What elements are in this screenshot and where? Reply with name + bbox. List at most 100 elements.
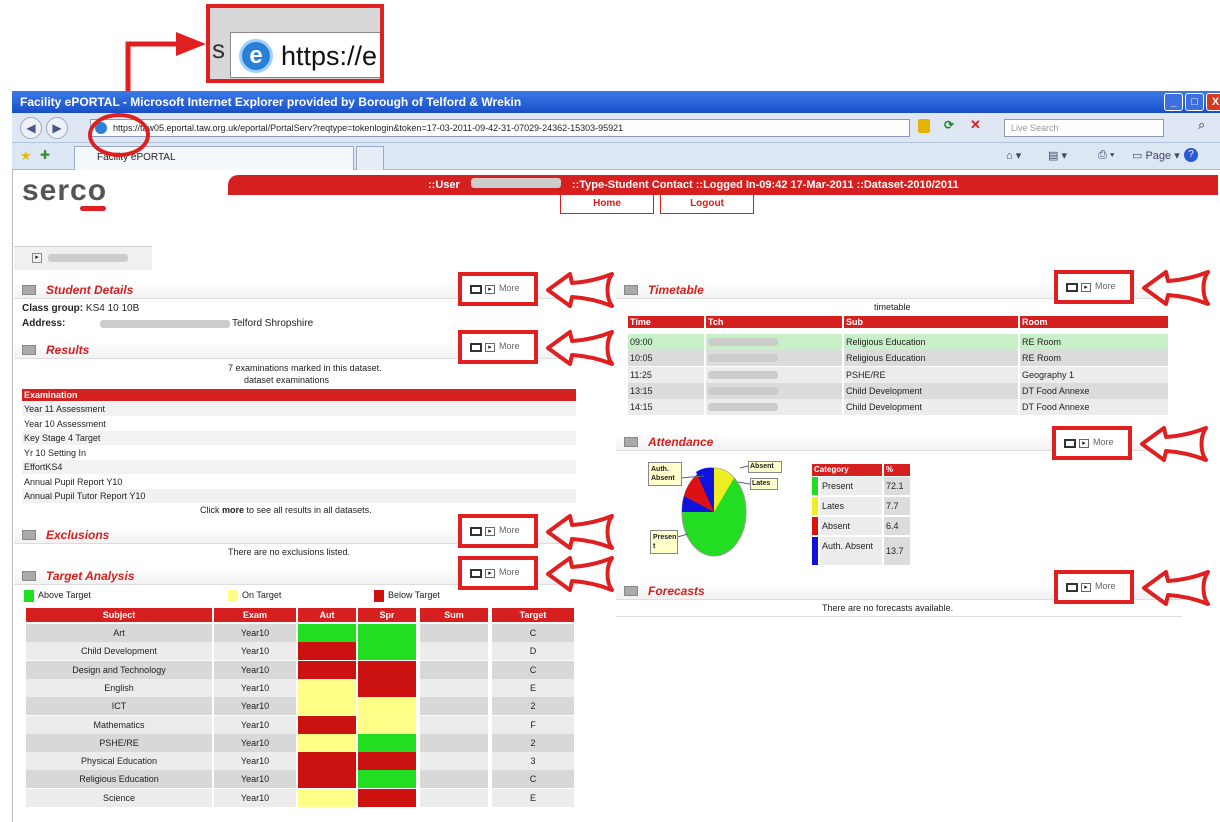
print-icon[interactable]: ⎙ ▾ bbox=[1098, 149, 1114, 162]
callout-arrow-target bbox=[546, 556, 614, 592]
more-button-timetable[interactable]: ▸ More bbox=[1054, 270, 1134, 304]
arrow-icon: ▸ bbox=[485, 569, 495, 578]
target-cell-subject: Science bbox=[26, 788, 212, 807]
timetable-cell-teacher bbox=[706, 334, 842, 350]
attendance-title: Attendance bbox=[648, 435, 714, 449]
home-link[interactable]: Home bbox=[560, 195, 654, 214]
student-details-title: Student Details bbox=[46, 283, 134, 297]
attendance-category: Auth. Absent bbox=[820, 537, 882, 565]
timetable-title: Timetable bbox=[648, 283, 704, 297]
results-row[interactable]: Year 11 Assessment bbox=[22, 402, 576, 416]
class-group-value: KS4 10 10B bbox=[85, 303, 140, 314]
feeds-icon[interactable]: ▤ ▾ bbox=[1048, 149, 1067, 162]
target-cell-exam: Year10 bbox=[214, 624, 296, 642]
results-row[interactable]: Annual Pupil Tutor Report Y10 bbox=[22, 489, 576, 503]
results-row[interactable]: EffortKS4 bbox=[22, 460, 576, 474]
target-cell-sum bbox=[420, 770, 488, 789]
footer-post: to see all results in all datasets. bbox=[244, 505, 372, 515]
panel-icon bbox=[22, 530, 36, 540]
more-button-exclusions[interactable]: ▸ More bbox=[458, 514, 538, 548]
url-text: https://taw05.eportal.taw.org.uk/eportal… bbox=[113, 123, 624, 133]
attendance-value: 13.7 bbox=[884, 537, 910, 565]
timetable-col-header: Time bbox=[628, 316, 704, 328]
grade-cell-yellow bbox=[298, 697, 356, 716]
window-icon bbox=[1066, 583, 1078, 592]
more-label: More bbox=[499, 341, 520, 351]
timetable-cell-sub: Religious Education bbox=[844, 350, 1018, 367]
zoom-callout: s e https://e bbox=[206, 4, 384, 83]
arrow-icon: ▸ bbox=[1079, 439, 1089, 448]
target-cell-subject: ICT bbox=[26, 697, 212, 716]
legend-swatch bbox=[228, 590, 238, 602]
panel-icon bbox=[22, 571, 36, 581]
add-favorites-icon[interactable]: ✚ bbox=[40, 148, 50, 162]
divider bbox=[616, 616, 1182, 617]
grade-cell-green bbox=[358, 770, 416, 789]
expand-icon[interactable]: ▸ bbox=[32, 253, 42, 263]
new-tab-button[interactable] bbox=[356, 146, 384, 170]
search-icon[interactable]: ⌕ bbox=[1198, 117, 1205, 133]
attendance-col-header: Category bbox=[812, 464, 882, 476]
callout-arrow-exclusions bbox=[546, 514, 614, 550]
callout-arrow-attendance bbox=[1140, 426, 1208, 462]
results-row[interactable]: Key Stage 4 Target bbox=[22, 431, 576, 445]
target-cell-subject: English bbox=[26, 678, 212, 697]
close-button[interactable]: X bbox=[1206, 93, 1220, 111]
attendance-swatch bbox=[812, 477, 818, 495]
more-link[interactable]: more bbox=[222, 505, 244, 515]
target-cell-sum bbox=[420, 660, 488, 679]
grade-cell-red bbox=[358, 678, 416, 697]
target-cell-exam: Year10 bbox=[214, 752, 296, 771]
refresh-icon[interactable]: ⟳ bbox=[944, 118, 954, 132]
stop-icon[interactable]: ✕ bbox=[970, 117, 981, 133]
more-button-forecasts[interactable]: ▸ More bbox=[1054, 570, 1134, 604]
timetable-cell-sub: Child Development bbox=[844, 399, 1018, 416]
logo-accent bbox=[80, 206, 106, 211]
help-icon[interactable]: ? bbox=[1184, 148, 1198, 162]
results-row[interactable]: Year 10 Assessment bbox=[22, 416, 576, 431]
results-row[interactable]: Yr 10 Setting In bbox=[22, 445, 576, 460]
forward-icon[interactable]: ▶ bbox=[46, 117, 68, 139]
page-menu[interactable]: ▭ Page ▾ bbox=[1132, 149, 1180, 162]
target-cell-subject: PSHE/RE bbox=[26, 733, 212, 752]
results-title: Results bbox=[46, 343, 90, 357]
more-button-target[interactable]: ▸ More bbox=[458, 556, 538, 590]
maximize-button[interactable]: □ bbox=[1185, 93, 1204, 111]
attendance-swatch bbox=[812, 497, 818, 515]
attendance-swatch bbox=[812, 537, 818, 565]
search-input[interactable]: Live Search bbox=[1004, 119, 1164, 137]
arrow-icon: ▸ bbox=[485, 285, 495, 294]
more-button-student[interactable]: ▸ More bbox=[458, 272, 538, 306]
target-col-header: Aut bbox=[298, 608, 356, 622]
grade-cell-red bbox=[358, 752, 416, 771]
timetable-cell-time: 09:00 bbox=[628, 334, 704, 350]
timetable-cell-time: 10:05 bbox=[628, 350, 704, 367]
target-col-header: Target bbox=[492, 608, 574, 622]
grade-cell-yellow bbox=[298, 788, 356, 807]
more-label: More bbox=[499, 567, 520, 577]
target-cell-sum bbox=[420, 715, 488, 734]
results-summary: 7 examinations marked in this dataset. bbox=[228, 363, 382, 373]
student-selector-tab[interactable]: ▸ bbox=[14, 246, 152, 270]
target-col-header: Exam bbox=[214, 608, 296, 622]
grade-cell-green bbox=[358, 624, 416, 642]
logout-link[interactable]: Logout bbox=[660, 195, 754, 214]
results-row[interactable]: Annual Pupil Report Y10 bbox=[22, 474, 576, 489]
url-input[interactable]: https://taw05.eportal.taw.org.uk/eportal… bbox=[90, 119, 910, 137]
more-button-results[interactable]: ▸ More bbox=[458, 330, 538, 364]
favorites-star-icon[interactable]: ★ bbox=[20, 148, 32, 164]
timetable-cell-time: 14:15 bbox=[628, 399, 704, 416]
minimize-button[interactable]: _ bbox=[1164, 93, 1183, 111]
redacted-teacher bbox=[708, 354, 778, 363]
target-analysis-title: Target Analysis bbox=[46, 569, 135, 583]
address-bar-row: ◀ ▶ https://taw05.eportal.taw.org.uk/epo… bbox=[12, 113, 1220, 143]
serco-logo: serco bbox=[22, 174, 107, 211]
home-icon[interactable]: ⌂ ▾ bbox=[1006, 149, 1021, 162]
arrow-icon: ▸ bbox=[1081, 583, 1091, 592]
legend-label: Below Target bbox=[388, 590, 440, 600]
arrow-icon: ▸ bbox=[485, 527, 495, 536]
target-cell-sum bbox=[420, 752, 488, 771]
panel-icon bbox=[22, 345, 36, 355]
back-icon[interactable]: ◀ bbox=[20, 117, 42, 139]
more-button-attendance[interactable]: ▸ More bbox=[1052, 426, 1132, 460]
